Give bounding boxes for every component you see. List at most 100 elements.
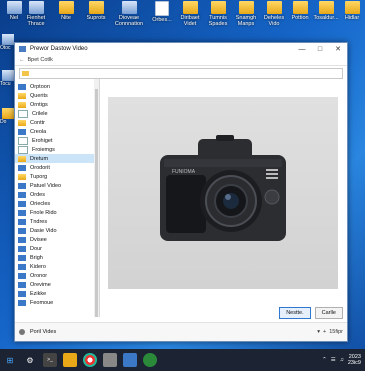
video-file-icon [18,200,26,207]
tree-item[interactable]: Dvisee [15,235,99,244]
taskbar: ⊞ ⚙ >_ ⌃ ☰ ♫ 2023 23ic9 [0,349,365,371]
browser-icon[interactable] [83,353,97,367]
scrollbar-thumb[interactable] [95,89,98,317]
document-icon [155,1,169,16]
preview-dialog: Prewor Dastow Video — □ ✕ ← Bpet Cotlk O… [14,42,348,342]
tree-item[interactable]: Tuporg [15,172,99,181]
folder-icon [88,1,104,14]
tree-item[interactable]: Oriecles [15,199,99,208]
cancel-button[interactable]: Carlle [314,307,343,319]
desktop-icon-1[interactable]: Fienhet Thrace [22,0,50,27]
desktop-icon-7[interactable]: Tumnis Spades [204,0,232,27]
video-file-icon [18,227,26,234]
tree-item[interactable]: Orodorit [15,163,99,172]
close-icon[interactable]: ✕ [329,45,347,53]
tree-item[interactable]: Dasie Vido [15,226,99,235]
tree-item-label: Orevime [30,281,51,288]
app-icon [2,34,14,45]
tree-item[interactable]: Orevime [15,280,99,289]
tree-item-label: Creola [30,128,47,135]
tree-item[interactable]: Tndres [15,217,99,226]
file-tree: Orptoon Querits Orntigs Crilele Conttr Creola… [15,79,100,317]
chevron-up-icon[interactable]: ⌃ [322,357,327,363]
chevron-down-icon[interactable]: ▾ [317,329,320,335]
tree-item[interactable]: Patuel Video [15,181,99,190]
desktop-icon-4[interactable]: Dioveae Connnation [112,0,146,27]
folder-icon [18,119,26,126]
tree-item[interactable]: Fnole Rido [15,208,99,217]
tree-item[interactable]: Creola [15,127,99,136]
video-file-icon [18,245,26,252]
tree-item-label: Orptoon [30,83,50,90]
tree-scrollbar[interactable] [94,79,99,317]
tree-item[interactable]: Brigh [15,253,99,262]
desktop-icon-11[interactable]: Tosaldur... [312,0,340,21]
folder-icon [238,1,254,14]
volume-icon[interactable]: ♫ [340,357,344,363]
desktop-icon-2[interactable]: Nite [52,0,80,21]
desktop-icon-6[interactable]: Diribaet Videt [176,0,204,27]
desktop-icon-label: Diribaet Videt [180,15,200,27]
desktop-icon-5[interactable]: Orbes... [148,0,176,23]
desktop-icon-label: Deheles Vido [263,15,285,27]
tree-item[interactable]: Kidero [15,262,99,271]
preview-pane: FUNIOMA [100,79,347,317]
video-file-icon [18,299,26,306]
tree-item[interactable]: Froiemgs [15,145,99,154]
tree-item[interactable]: Orntigs [15,100,99,109]
tree-item[interactable]: Crilele [15,109,99,118]
app-icon [2,70,14,81]
document-icon [18,145,28,154]
video-app-icon[interactable] [123,353,137,367]
plus-icon[interactable]: + [323,329,326,335]
camera-app-icon[interactable] [103,353,117,367]
desktop-icon-9[interactable]: Deheles Vido [260,0,288,27]
tree-item-label: Oronor [30,272,48,279]
network-icon[interactable]: ☰ [331,357,336,363]
tree-item[interactable]: Ordes [15,190,99,199]
clock[interactable]: 2023 23ic9 [348,354,361,366]
tree-item[interactable]: Erohiget [15,136,99,145]
window-title: Prewor Dastow Video [30,46,88,52]
tree-item-label: Orntigs [30,101,48,108]
tree-item[interactable]: Orptoon [15,82,99,91]
menu-item[interactable]: Bpet Cotlk [28,57,53,63]
video-file-icon [18,272,26,279]
gear-icon[interactable]: ⚙ [23,353,37,367]
desktop-icon-3[interactable]: Suprots [82,0,110,21]
folder-icon [292,1,308,14]
tree-item[interactable]: Dretum [15,154,99,163]
desktop-icon-10[interactable]: Pottion [286,0,314,21]
maximize-icon[interactable]: □ [311,46,329,53]
zoom-control[interactable]: ▾ + 15fipr [317,329,343,335]
minimize-icon[interactable]: — [293,46,311,53]
desktop-icon-8[interactable]: Snamgh Manps [232,0,260,27]
folder-icon [344,1,360,14]
tree-item[interactable]: Conttr [15,118,99,127]
start-icon[interactable]: ⊞ [3,353,17,367]
tree-item[interactable]: Querits [15,91,99,100]
tree-item-label: Querits [30,92,48,99]
folder-icon [182,1,198,14]
tree-item-label: Ezikke [30,290,47,297]
app-icon [6,1,22,14]
folder-icon [266,1,282,14]
address-bar[interactable] [19,68,343,79]
terminal-icon[interactable]: >_ [43,353,57,367]
tree-item[interactable]: Oronor [15,271,99,280]
video-file-icon [18,263,26,270]
desktop-icon-label: Hidlar [344,15,360,21]
tree-item[interactable]: Ezikke [15,289,99,298]
desktop-icon-label: Fienhet Thrace [26,15,46,27]
back-arrow-icon[interactable]: ← [19,57,25,63]
desktop-icon-12[interactable]: Hidlar [339,0,365,21]
tree-item[interactable]: Dour [15,244,99,253]
store-icon[interactable] [143,353,157,367]
file-explorer-icon[interactable] [63,353,77,367]
camera-brand-text: FUNIOMA [172,169,196,175]
next-button[interactable]: Nestte. [279,307,311,319]
camera-image: FUNIOMA [160,135,286,241]
menu-bar: ← Bpet Cotlk [15,55,347,66]
tree-item[interactable]: Feomoue [15,298,99,307]
folder-icon [18,173,26,180]
